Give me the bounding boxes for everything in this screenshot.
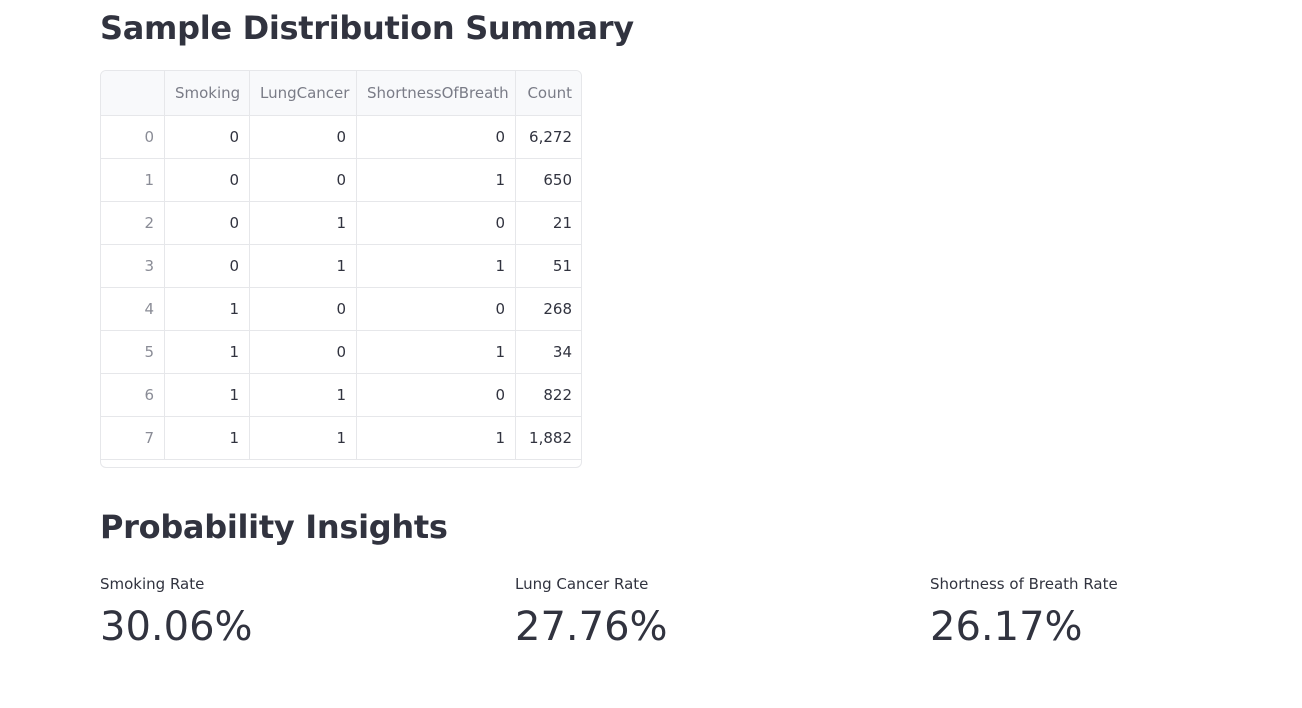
cell-shortnessofbreath[interactable]: 1: [356, 158, 516, 202]
cell-smoking[interactable]: 0: [164, 244, 250, 288]
row-index: 5: [101, 330, 165, 374]
metric-label: Shortness of Breath Rate: [930, 575, 1118, 593]
column-header-shortnessofbreath[interactable]: ShortnessOfBreath: [356, 71, 516, 116]
cell-count[interactable]: 650: [515, 158, 581, 202]
cell-count[interactable]: 822: [515, 373, 581, 417]
cell-shortnessofbreath[interactable]: 1: [356, 330, 516, 374]
cell-smoking[interactable]: 0: [164, 201, 250, 245]
app-main: Sample Distribution Summary Smoking Lung…: [0, 0, 1302, 708]
table-row: 4 1 0 0 268: [101, 287, 581, 331]
table-row: 6 1 1 0 822: [101, 373, 581, 417]
table-row: 5 1 0 1 34: [101, 330, 581, 374]
cell-shortnessofbreath[interactable]: 1: [356, 244, 516, 288]
metric-smoking-rate: Smoking Rate 30.06%: [100, 573, 253, 647]
cell-lungcancer[interactable]: 1: [249, 373, 357, 417]
cell-count[interactable]: 6,272: [515, 115, 581, 159]
row-index: 3: [101, 244, 165, 288]
metric-label: Smoking Rate: [100, 575, 205, 593]
metric-lung-cancer-rate: Lung Cancer Rate 27.76%: [515, 573, 668, 647]
row-index: 4: [101, 287, 165, 331]
cell-lungcancer[interactable]: 0: [249, 330, 357, 374]
table-row: 3 0 1 1 51: [101, 244, 581, 288]
table-row: 2 0 1 0 21: [101, 201, 581, 245]
cell-count[interactable]: 34: [515, 330, 581, 374]
cell-count[interactable]: 1,882: [515, 416, 581, 460]
table-row: 0 0 0 0 6,272: [101, 115, 581, 159]
cell-smoking[interactable]: 1: [164, 373, 250, 417]
metric-shortness-of-breath-rate: Shortness of Breath Rate 26.17%: [930, 573, 1118, 647]
distribution-table: Smoking LungCancer ShortnessOfBreath Cou…: [101, 71, 581, 460]
cell-smoking[interactable]: 0: [164, 115, 250, 159]
cell-count[interactable]: 268: [515, 287, 581, 331]
distribution-dataframe[interactable]: Smoking LungCancer ShortnessOfBreath Cou…: [100, 70, 582, 468]
cell-lungcancer[interactable]: 0: [249, 158, 357, 202]
cell-lungcancer[interactable]: 0: [249, 287, 357, 331]
cell-lungcancer[interactable]: 1: [249, 244, 357, 288]
cell-smoking[interactable]: 0: [164, 158, 250, 202]
table-header-row: Smoking LungCancer ShortnessOfBreath Cou…: [101, 71, 581, 116]
cell-shortnessofbreath[interactable]: 0: [356, 373, 516, 417]
cell-count[interactable]: 21: [515, 201, 581, 245]
probability-insights-heading: Probability Insights: [100, 508, 448, 546]
cell-count[interactable]: 51: [515, 244, 581, 288]
cell-shortnessofbreath[interactable]: 0: [356, 201, 516, 245]
row-index: 1: [101, 158, 165, 202]
cell-lungcancer[interactable]: 1: [249, 201, 357, 245]
row-index: 7: [101, 416, 165, 460]
row-index: 2: [101, 201, 165, 245]
distribution-summary-heading: Sample Distribution Summary: [100, 9, 634, 47]
row-index: 6: [101, 373, 165, 417]
row-index: 0: [101, 115, 165, 159]
cell-lungcancer[interactable]: 0: [249, 115, 357, 159]
metric-value: 27.76%: [515, 604, 668, 650]
cell-smoking[interactable]: 1: [164, 330, 250, 374]
column-header-smoking[interactable]: Smoking: [164, 71, 250, 116]
metric-label: Lung Cancer Rate: [515, 575, 649, 593]
index-column-header: [101, 71, 165, 116]
cell-smoking[interactable]: 1: [164, 287, 250, 331]
table-row: 7 1 1 1 1,882: [101, 416, 581, 460]
cell-shortnessofbreath[interactable]: 1: [356, 416, 516, 460]
cell-smoking[interactable]: 1: [164, 416, 250, 460]
column-header-lungcancer[interactable]: LungCancer: [249, 71, 357, 116]
cell-lungcancer[interactable]: 1: [249, 416, 357, 460]
column-header-count[interactable]: Count: [515, 71, 581, 116]
cell-shortnessofbreath[interactable]: 0: [356, 287, 516, 331]
metric-value: 30.06%: [100, 604, 253, 650]
cell-shortnessofbreath[interactable]: 0: [356, 115, 516, 159]
metric-value: 26.17%: [930, 604, 1083, 650]
table-row: 1 0 0 1 650: [101, 158, 581, 202]
